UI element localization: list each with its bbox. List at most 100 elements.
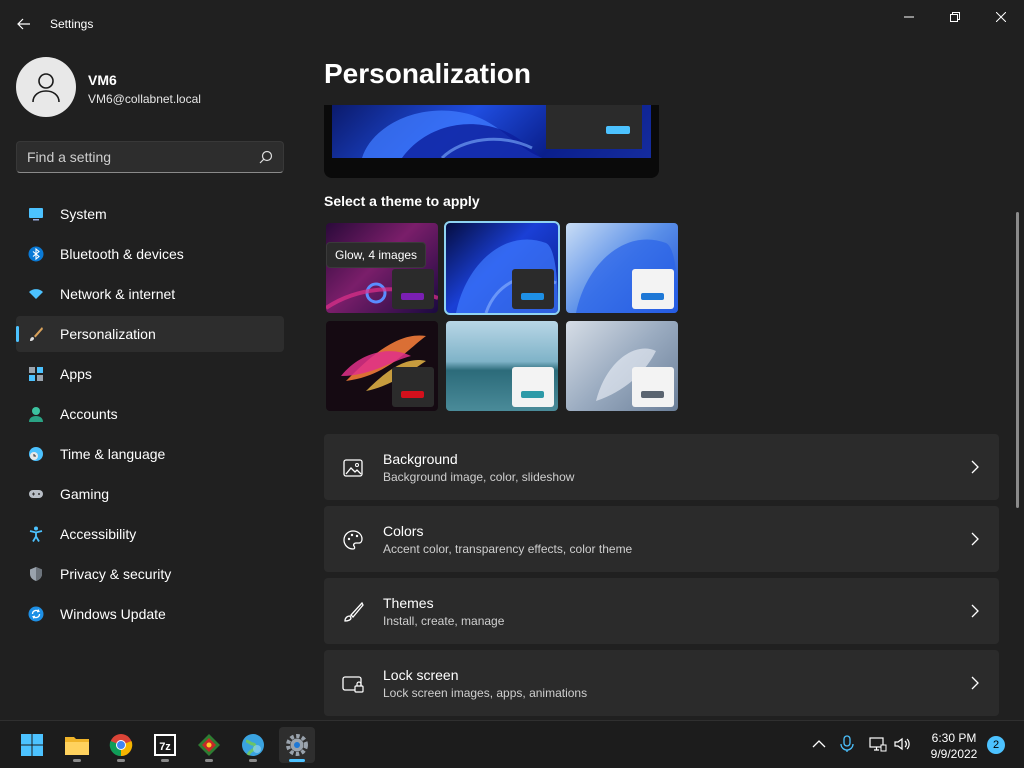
sidebar-item-label: Accounts [60,406,118,422]
taskbar-7zip[interactable]: 7z [147,727,183,763]
card-subtitle: Lock screen images, apps, animations [383,686,588,700]
theme-glow[interactable] [326,223,438,313]
theme-window-swatch [632,269,674,309]
theme-window-swatch [512,367,554,407]
update-icon [28,606,44,622]
sidebar-item-personalization[interactable]: Personalization [16,316,284,352]
notification-badge[interactable]: 2 [987,736,1005,754]
sidebar-item-label: Accessibility [60,526,137,542]
close-icon [996,12,1006,22]
taskbar-file-explorer[interactable] [59,727,95,763]
card-title: Lock screen [383,667,459,683]
theme-windows-dark[interactable] [444,221,560,315]
sidebar-item-label: Apps [60,366,92,382]
theme-windows-light[interactable] [566,223,678,313]
sidebar-item-label: Personalization [60,326,156,342]
taskbar-settings[interactable] [279,727,315,763]
chevron-right-icon [971,676,979,690]
sidebar-item-network[interactable]: Network & internet [16,276,284,312]
theme-captured-motion[interactable] [326,321,438,411]
bluetooth-icon [28,246,44,262]
colors-card[interactable]: Colors Accent color, transparency effect… [324,506,999,572]
running-indicator [249,759,257,762]
chevron-up-icon[interactable] [810,735,828,753]
theme-window-swatch [512,269,554,309]
search-input[interactable]: Find a setting [27,142,111,172]
card-title: Background [383,451,458,467]
running-indicator [73,759,81,762]
taskbar: 7z 6:30 PM 9/9/2022 2 [0,720,1024,768]
minimize-button[interactable] [886,6,932,28]
back-button[interactable] [12,12,36,36]
chevron-right-icon [971,460,979,474]
close-button[interactable] [978,6,1024,28]
theme-flow[interactable] [566,321,678,411]
shield-icon [30,567,42,581]
card-subtitle: Background image, color, slideshow [383,470,575,484]
theme-sunrise[interactable] [446,321,558,411]
themes-card[interactable]: Themes Install, create, manage [324,578,999,644]
image-icon [343,459,363,477]
selection-indicator [16,326,19,342]
palette-icon [343,530,363,550]
sidebar-item-gaming[interactable]: Gaming [16,476,284,512]
taskbar-app[interactable] [191,727,227,763]
clock-time[interactable]: 6:30 PM [920,731,988,745]
brush-icon [344,601,364,622]
search-box[interactable]: Find a setting [16,141,284,173]
clock-date[interactable]: 9/9/2022 [920,747,988,761]
card-subtitle: Accent color, transparency effects, colo… [383,542,633,556]
running-indicator [289,759,305,762]
accessibility-icon [29,526,43,542]
theme-accent-swatch [641,293,664,300]
gamepad-icon [29,490,43,498]
sidebar-item-time-language[interactable]: Time & language [16,436,284,472]
sidebar-item-bluetooth[interactable]: Bluetooth & devices [16,236,284,272]
sidebar-item-system[interactable]: System [16,196,284,232]
theme-preview [324,105,659,178]
sidebar-item-accounts[interactable]: Accounts [16,396,284,432]
network-icon[interactable] [869,735,887,753]
account-icon [29,407,43,422]
sidebar-item-label: Privacy & security [60,566,172,582]
scrollbar[interactable] [1016,212,1019,508]
microphone-icon[interactable] [838,735,856,753]
sidebar-item-privacy[interactable]: Privacy & security [16,556,284,592]
lock-screen-icon [342,676,364,693]
sidebar-item-label: Windows Update [60,606,166,622]
taskbar-globe-app[interactable] [235,727,271,763]
lock-screen-card[interactable]: Lock screen Lock screen images, apps, an… [324,650,999,716]
volume-icon[interactable] [893,735,911,753]
start-button[interactable] [14,727,50,763]
7zip-icon: 7z [154,734,176,756]
search-icon[interactable] [259,150,273,164]
maximize-button[interactable] [932,6,978,28]
avatar[interactable] [16,57,76,117]
theme-window-swatch [392,367,434,407]
themes-heading: Select a theme to apply [324,193,480,209]
running-indicator [117,759,125,762]
theme-window-swatch [632,367,674,407]
start-icon [21,734,43,756]
sidebar-item-label: System [60,206,107,222]
title-bar: Settings [0,0,1024,48]
globe-app-icon [242,734,264,756]
sidebar-item-label: Time & language [60,446,166,462]
person-icon [32,73,60,103]
sidebar-item-apps[interactable]: Apps [16,356,284,392]
card-title: Themes [383,595,434,611]
user-name: VM6 [88,72,117,88]
app-icon [198,734,220,756]
minimize-icon [904,16,914,18]
brush-icon [30,327,43,341]
taskbar-chrome[interactable] [103,727,139,763]
sidebar-item-accessibility[interactable]: Accessibility [16,516,284,552]
sidebar-item-windows-update[interactable]: Windows Update [16,596,284,632]
svg-text:7z: 7z [159,741,171,753]
app-title: Settings [50,17,94,31]
chevron-right-icon [971,604,979,618]
preview-accent-button [606,126,630,134]
sidebar-item-label: Network & internet [60,286,176,302]
theme-accent-swatch [521,293,544,300]
background-card[interactable]: Background Background image, color, slid… [324,434,999,500]
